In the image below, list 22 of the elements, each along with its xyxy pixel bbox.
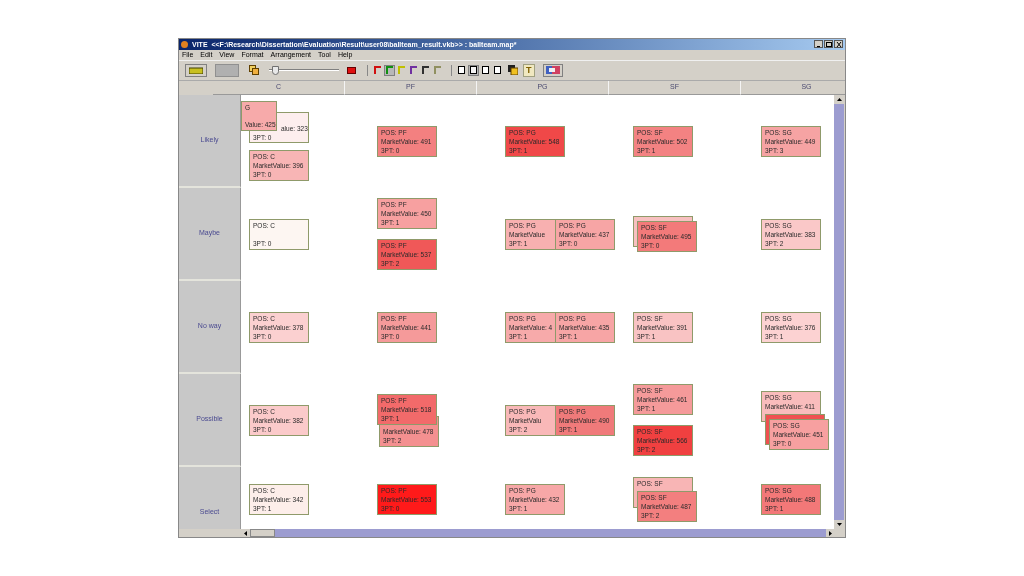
app-icon xyxy=(181,40,188,48)
color-square-icon xyxy=(346,66,356,74)
copy-icon xyxy=(249,65,259,76)
color-button[interactable] xyxy=(345,64,357,77)
layers-icon xyxy=(508,65,518,76)
scroll-left-icon[interactable] xyxy=(241,529,250,537)
vertical-scrollbar[interactable] xyxy=(834,94,844,529)
copy-tool-button[interactable] xyxy=(247,63,261,78)
scroll-up-icon[interactable] xyxy=(834,94,844,104)
slider-thumb[interactable] xyxy=(272,65,280,75)
image-tool-button[interactable] xyxy=(542,63,563,77)
zoom-slider[interactable] xyxy=(269,65,339,76)
text-tool-button[interactable]: T xyxy=(523,63,535,77)
scroll-down-icon[interactable] xyxy=(834,520,844,529)
scroll-right-icon[interactable] xyxy=(826,529,835,537)
minimize-icon[interactable] xyxy=(814,40,823,49)
image-icon xyxy=(545,66,560,75)
scrollbar-thumb[interactable] xyxy=(250,529,275,537)
fill-tool-button[interactable] xyxy=(507,64,519,77)
maximize-icon[interactable] xyxy=(824,40,833,49)
close-icon[interactable] xyxy=(834,40,843,49)
edit-tool-button[interactable] xyxy=(185,63,207,77)
